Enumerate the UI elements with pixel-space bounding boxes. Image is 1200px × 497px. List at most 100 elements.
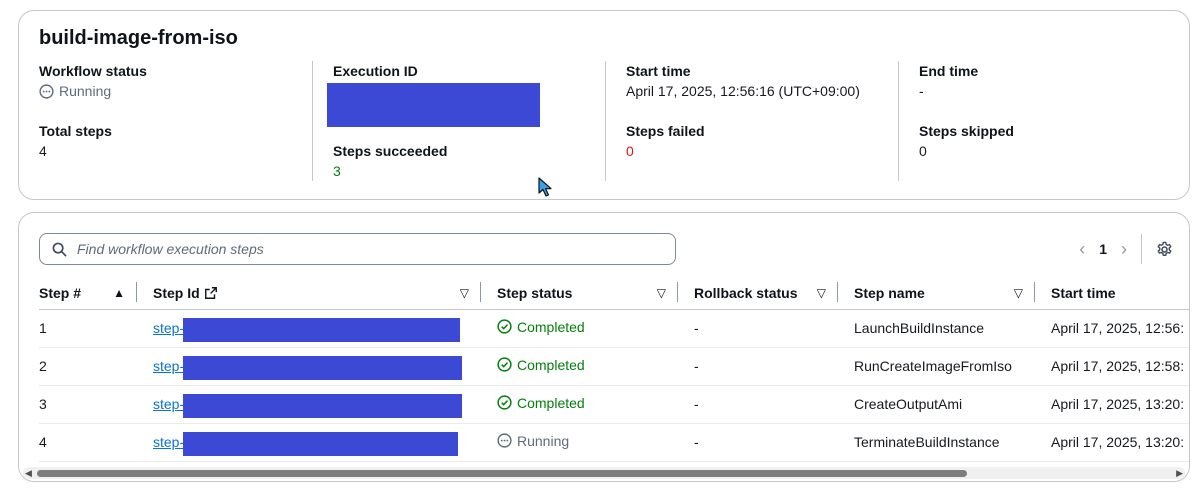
workflow-status-label: Workflow status: [39, 63, 147, 79]
steps-failed-field: Steps failed 0: [626, 121, 705, 161]
column-header-label: Start time: [1051, 284, 1116, 301]
column-header-start-time[interactable]: Start time: [1035, 277, 1189, 310]
total-steps-value: 4: [39, 143, 47, 159]
steps-succeeded-label: Steps succeeded: [333, 143, 448, 159]
step-id-cell: step-: [137, 385, 481, 424]
total-steps-field: Total steps 4: [39, 121, 112, 161]
execution-id-field: Execution ID: [333, 61, 418, 81]
steps-skipped-label: Steps skipped: [919, 123, 1014, 139]
step-status-cell: Completed: [481, 309, 678, 348]
check-circle-icon: [497, 319, 512, 334]
summary-column-1: Workflow status Running Total steps 4: [39, 61, 311, 181]
filter-caret-icon[interactable]: ▽: [460, 286, 469, 300]
scroll-right-arrow-icon[interactable]: ▶: [1176, 467, 1183, 479]
check-circle-icon: [497, 357, 512, 372]
table-row: 3 step- Completed - CreateOutputAmi Apri…: [39, 385, 1189, 424]
pagination-divider: [1141, 234, 1142, 264]
steps-table-panel: ‹ 1 › Step # ▲ Step Id: [18, 212, 1190, 482]
execution-id-redaction: [327, 83, 540, 127]
step-number-cell: 1: [39, 309, 137, 348]
column-header-label: Rollback status: [694, 284, 798, 301]
end-time-value: -: [919, 83, 924, 99]
status-text: Running: [517, 432, 570, 449]
column-header-label: Step status: [497, 284, 573, 301]
step-number-cell: 3: [39, 385, 137, 424]
step-status-cell: Completed: [481, 385, 678, 424]
summary-column-2: Execution ID Steps succeeded 3: [312, 61, 605, 181]
search-box[interactable]: [39, 233, 676, 265]
table-row: 4 step- Running - TerminateBuildInstance…: [39, 423, 1189, 462]
status-text: Completed: [517, 394, 585, 411]
column-header-label: Step Id: [153, 284, 200, 301]
end-time-field: End time -: [919, 61, 978, 101]
check-circle-icon: [497, 395, 512, 410]
search-input[interactable]: [75, 240, 665, 258]
execution-id-label: Execution ID: [333, 63, 418, 79]
steps-skipped-field: Steps skipped 0: [919, 121, 1014, 161]
step-id-cell: step-: [137, 423, 481, 462]
step-id-link[interactable]: step-: [153, 396, 184, 412]
status-text: Completed: [517, 356, 585, 373]
current-page-number[interactable]: 1: [1099, 241, 1107, 257]
status-completed: Completed: [497, 319, 585, 335]
external-link-icon: [204, 286, 217, 299]
start-time-label: Start time: [626, 63, 691, 79]
step-id-redaction: [183, 355, 462, 380]
step-id-link[interactable]: step-: [153, 320, 184, 336]
start-time-field: Start time April 17, 2025, 12:56:16 (UTC…: [626, 61, 860, 101]
filter-caret-icon[interactable]: ▽: [1014, 286, 1023, 300]
scroll-left-arrow-icon[interactable]: ◀: [25, 467, 32, 479]
step-name-cell: LaunchBuildInstance: [838, 309, 1035, 348]
step-id-link[interactable]: step-: [153, 434, 184, 450]
column-header-step-id[interactable]: Step Id ▽: [137, 277, 481, 310]
workflow-status-value: Running: [39, 81, 147, 101]
pagination: ‹ 1 ›: [1079, 234, 1173, 264]
steps-table: Step # ▲ Step Id ▽ Step status ▽ Rollbac…: [39, 277, 1189, 462]
pending-circle-icon: [497, 433, 512, 448]
total-steps-label: Total steps: [39, 123, 112, 139]
rollback-status-cell: -: [678, 309, 838, 348]
scrollbar-thumb[interactable]: [37, 470, 967, 477]
column-header-rollback-status[interactable]: Rollback status ▽: [678, 277, 838, 310]
workflow-status-text: Running: [59, 83, 112, 99]
gear-icon[interactable]: [1156, 241, 1173, 258]
column-header-step-number[interactable]: Step # ▲: [39, 277, 137, 310]
column-header-label: Step #: [39, 284, 82, 301]
previous-page-icon[interactable]: ‹: [1079, 240, 1085, 258]
steps-succeeded-value: 3: [333, 163, 341, 179]
step-id-cell: step-: [137, 309, 481, 348]
step-id-cell: step-: [137, 347, 481, 386]
column-header-label: Step name: [854, 284, 925, 301]
table-row: 1 step- Completed - LaunchBuildInstance …: [39, 309, 1189, 348]
step-id-redaction: [183, 431, 458, 456]
filter-caret-icon[interactable]: ▽: [657, 286, 666, 300]
summary-column-3: Start time April 17, 2025, 12:56:16 (UTC…: [605, 61, 898, 181]
page-title: build-image-from-iso: [39, 27, 238, 49]
step-id-link[interactable]: step-: [153, 358, 184, 374]
step-status-cell: Completed: [481, 347, 678, 386]
status-text: Completed: [517, 318, 585, 335]
steps-skipped-value: 0: [919, 143, 927, 159]
pending-circle-icon: [39, 83, 54, 99]
start-time-value: April 17, 2025, 12:56:16 (UTC+09:00): [626, 83, 860, 99]
step-name-cell: CreateOutputAmi: [838, 385, 1035, 424]
steps-failed-label: Steps failed: [626, 123, 705, 139]
horizontal-scrollbar[interactable]: ◀ ▶: [23, 467, 1185, 479]
start-time-cell: April 17, 2025, 13:20:: [1035, 423, 1189, 462]
execution-summary-panel: build-image-from-iso Workflow status Run…: [18, 10, 1190, 200]
step-name-cell: TerminateBuildInstance: [838, 423, 1035, 462]
start-time-cell: April 17, 2025, 12:56:: [1035, 309, 1189, 348]
summary-column-4: End time - Steps skipped 0: [898, 61, 1170, 181]
rollback-status-cell: -: [678, 423, 838, 462]
table-row: 2 step- Completed - RunCreateImageFromIs…: [39, 347, 1189, 386]
filter-caret-icon[interactable]: ▽: [817, 286, 826, 300]
workflow-status-field: Workflow status Running: [39, 61, 147, 101]
sort-ascending-icon[interactable]: ▲: [113, 286, 125, 300]
column-header-step-name[interactable]: Step name ▽: [838, 277, 1035, 310]
column-header-step-status[interactable]: Step status ▽: [481, 277, 678, 310]
start-time-cell: April 17, 2025, 13:20:: [1035, 385, 1189, 424]
next-page-icon[interactable]: ›: [1121, 240, 1127, 258]
step-id-redaction: [183, 317, 460, 342]
table-header-row: Step # ▲ Step Id ▽ Step status ▽ Rollbac…: [39, 277, 1189, 310]
step-name-cell: RunCreateImageFromIso: [838, 347, 1035, 386]
